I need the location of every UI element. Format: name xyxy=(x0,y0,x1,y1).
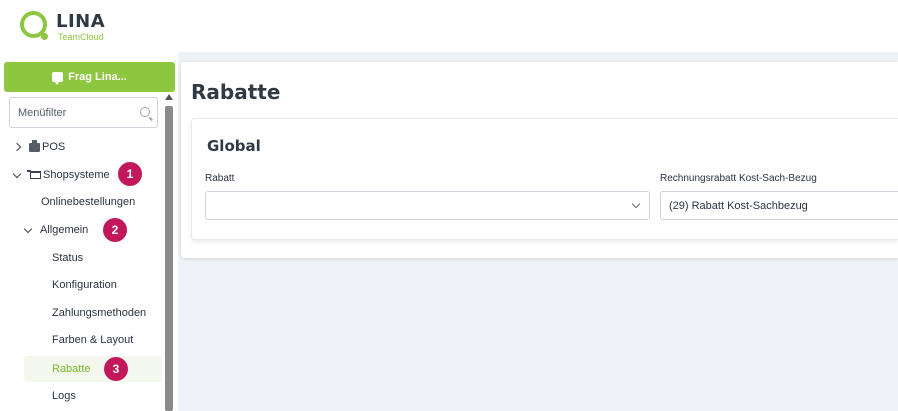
page-card: Rabatte Global Rabatt Rechnungsrabatt Ko… xyxy=(181,62,898,258)
menu-filter[interactable] xyxy=(9,97,158,128)
sidebar-item-status[interactable]: Status xyxy=(52,247,83,269)
rechnungsrabatt-select-value: (29) Rabatt Kost-Sachbezug xyxy=(669,199,808,212)
chat-bubble-icon xyxy=(52,72,64,85)
section-title: Global xyxy=(207,137,261,155)
sidebar-item-label: Farben & Layout xyxy=(52,334,134,346)
cash-register-icon xyxy=(29,139,40,152)
ask-lina-button[interactable]: Frag Lina... xyxy=(4,62,175,92)
global-section: Global Rabatt Rechnungsrabatt Kost-Sach-… xyxy=(191,118,898,240)
sidebar-item-konfiguration[interactable]: Konfiguration xyxy=(52,274,117,296)
sidebar-item-label: POS xyxy=(42,141,66,153)
logo-subtitle: TeamCloud xyxy=(58,32,104,42)
search-icon[interactable] xyxy=(140,107,150,117)
shopping-cart-icon xyxy=(27,170,41,179)
sidebar-scrollbar[interactable] xyxy=(164,94,174,411)
sidebar-item-label: Shopsysteme xyxy=(43,169,110,181)
rabatt-label: Rabatt xyxy=(205,173,235,184)
page-title: Rabatte xyxy=(191,80,281,104)
rabatt-select[interactable] xyxy=(205,191,650,220)
rechnungsrabatt-select[interactable]: (29) Rabatt Kost-Sachbezug xyxy=(660,191,898,220)
chevron-down-icon[interactable] xyxy=(23,224,33,233)
sidebar-item-farben-layout[interactable]: Farben & Layout xyxy=(52,329,133,351)
sidebar-item-label: Zahlungsmethoden xyxy=(52,307,147,319)
sidebar-item-rabatte[interactable]: Rabatte xyxy=(52,358,91,380)
callout-badge: 3 xyxy=(104,357,128,381)
chevron-down-icon[interactable] xyxy=(12,169,22,178)
ask-lina-label: Frag Lina... xyxy=(68,71,127,83)
logo-name: LINA xyxy=(56,11,106,32)
active-item-highlight xyxy=(24,356,162,382)
scroll-up-arrow-icon[interactable] xyxy=(165,94,173,100)
logo-dot-icon xyxy=(41,33,48,40)
sidebar-item-allgemein[interactable]: Allgemein xyxy=(23,219,89,241)
menu-filter-input[interactable] xyxy=(10,98,130,127)
sidebar-item-zahlungsmethoden[interactable]: Zahlungsmethoden xyxy=(52,302,146,324)
sidebar-item-label: Onlinebestellungen xyxy=(41,196,136,208)
sidebar-item-label: Allgemein xyxy=(40,224,89,236)
chevron-down-icon[interactable] xyxy=(631,199,641,209)
callout-badge: 2 xyxy=(103,218,127,242)
sidebar-item-onlinebestellungen[interactable]: Onlinebestellungen xyxy=(41,191,135,213)
sidebar-item-label: Status xyxy=(52,252,84,264)
scroll-thumb[interactable] xyxy=(165,106,173,411)
sidebar-item-shopsysteme[interactable]: Shopsysteme xyxy=(12,164,110,186)
sidebar-item-label: Logs xyxy=(52,390,76,402)
sidebar-item-label: Rabatte xyxy=(52,363,91,375)
sidebar: Frag Lina... POS Shopsysteme Onlinebeste… xyxy=(0,52,178,411)
top-bar: LINA TeamCloud xyxy=(0,0,898,52)
sidebar-item-pos[interactable]: POS xyxy=(12,136,66,158)
lina-logo[interactable]: LINA TeamCloud xyxy=(20,9,120,43)
sidebar-item-label: Konfiguration xyxy=(52,279,117,291)
callout-badge: 1 xyxy=(118,162,142,186)
chevron-right-icon[interactable] xyxy=(12,142,22,152)
sidebar-item-logs[interactable]: Logs xyxy=(52,385,76,407)
main-content: Rabatte Global Rabatt Rechnungsrabatt Ko… xyxy=(178,62,898,411)
rechnungsrabatt-label: Rechnungsrabatt Kost-Sach-Bezug xyxy=(660,173,817,184)
